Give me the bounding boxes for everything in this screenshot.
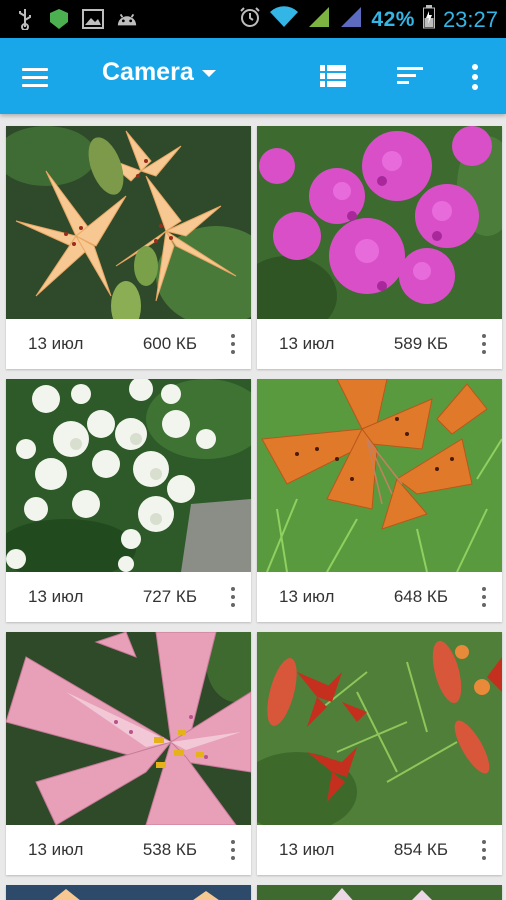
photo-meta: 13 июл 600 КБ (6, 319, 251, 369)
photo-card[interactable]: 13 июл 854 КБ (257, 632, 502, 875)
photo-thumbnail[interactable] (257, 379, 502, 572)
photo-card[interactable]: 13 июл 648 КБ (257, 379, 502, 622)
photo-size: 854 КБ (393, 840, 448, 859)
battery-percent: 42% (371, 7, 415, 31)
status-bar: 42% 23:27 (0, 0, 506, 38)
signal-icon (339, 5, 363, 34)
photo-size: 538 КБ (142, 840, 197, 859)
photo-card[interactable]: 13 июл 600 КБ (6, 126, 251, 369)
photo-more-icon[interactable] (227, 585, 239, 609)
wifi-icon (269, 6, 299, 33)
photo-card[interactable]: 13 июл 727 КБ (6, 379, 251, 622)
photo-thumbnail[interactable] (6, 126, 251, 319)
photo-meta: 13 июл 854 КБ (257, 825, 502, 875)
photo-thumbnail[interactable] (257, 885, 502, 900)
menu-icon[interactable] (22, 60, 56, 94)
photo-thumbnail[interactable] (6, 885, 251, 900)
photo-thumbnail[interactable] (257, 632, 502, 825)
photo-date: 13 июл (279, 587, 335, 606)
android-icon (116, 8, 138, 30)
photo-date: 13 июл (28, 840, 84, 859)
photo-meta: 13 июл 648 КБ (257, 572, 502, 622)
shield-icon (48, 8, 70, 30)
sort-icon[interactable] (395, 65, 425, 87)
photo-thumbnail[interactable] (257, 126, 502, 319)
photo-meta: 13 июл 727 КБ (6, 572, 251, 622)
photo-size: 648 КБ (393, 587, 448, 606)
dropdown-caret-icon (201, 70, 216, 77)
photo-card[interactable]: 13 июл 589 КБ (257, 126, 502, 369)
alarm-icon (239, 6, 261, 33)
album-selector[interactable]: Camera (102, 58, 216, 87)
album-title: Camera (102, 58, 194, 86)
photo-more-icon[interactable] (227, 838, 239, 862)
photo-size: 600 КБ (142, 334, 197, 353)
photo-more-icon[interactable] (478, 332, 490, 356)
photo-more-icon[interactable] (478, 838, 490, 862)
usb-icon (14, 8, 36, 30)
photo-card[interactable] (257, 885, 502, 900)
more-vert-icon[interactable] (466, 62, 484, 92)
photo-more-icon[interactable] (227, 332, 239, 356)
photo-date: 13 июл (28, 334, 84, 353)
photo-date: 13 июл (279, 334, 335, 353)
battery-icon (422, 5, 435, 34)
photo-card[interactable]: 13 июл 538 КБ (6, 632, 251, 875)
photo-meta: 13 июл 589 КБ (257, 319, 502, 369)
list-view-icon[interactable] (319, 64, 347, 88)
photo-card[interactable] (6, 885, 251, 900)
app-bar: Camera (0, 38, 506, 114)
photo-more-icon[interactable] (478, 585, 490, 609)
signal-icon (307, 5, 331, 34)
image-icon (82, 8, 104, 30)
photo-grid: 13 июл 600 КБ 13 июл 589 КБ 13 июл 727 К… (0, 114, 506, 900)
photo-size: 727 КБ (142, 587, 197, 606)
photo-meta: 13 июл 538 КБ (6, 825, 251, 875)
photo-date: 13 июл (279, 840, 335, 859)
photo-thumbnail[interactable] (6, 379, 251, 572)
photo-thumbnail[interactable] (6, 632, 251, 825)
photo-size: 589 КБ (393, 334, 448, 353)
photo-date: 13 июл (28, 587, 84, 606)
clock: 23:27 (442, 6, 498, 32)
